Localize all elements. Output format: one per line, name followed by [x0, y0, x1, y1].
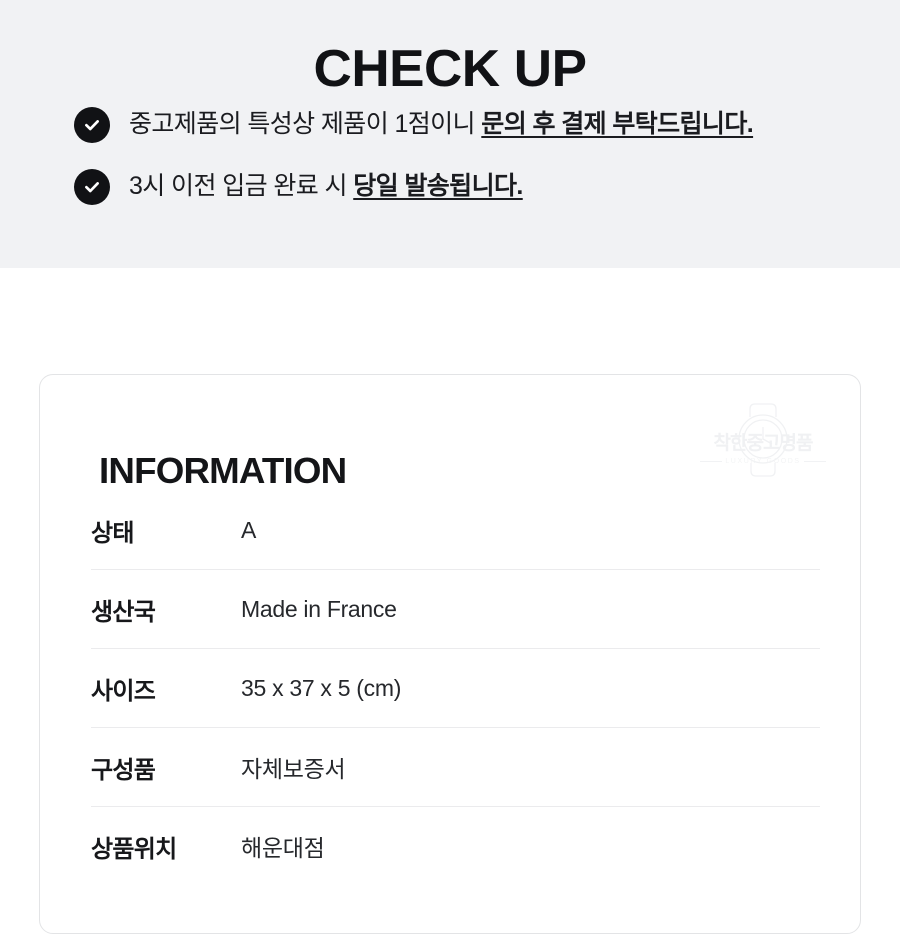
checkup-item-text: 3시 이전 입금 완료 시 당일 발송됩니다.	[129, 166, 523, 206]
list-item: 중고제품의 특성상 제품이 1점이니 문의 후 결제 부탁드립니다.	[74, 104, 874, 150]
table-row: 상태 A	[91, 491, 820, 569]
checkup-item-text-plain: 3시 이전 입금 완료 시	[129, 172, 354, 200]
table-row: 구성품 자체보증서	[91, 727, 820, 806]
brand-watermark: 착한중고명품 LUXURY GOODS	[698, 399, 828, 481]
checkup-section: CHECK UP 중고제품의 특성상 제품이 1점이니 문의 후 결제 부탁드립…	[0, 0, 900, 268]
row-label: 상태	[91, 519, 134, 547]
table-row: 생산국 Made in France	[91, 569, 820, 648]
row-label: 상품위치	[91, 835, 177, 863]
row-label: 구성품	[91, 756, 156, 784]
row-value: 해운대점	[241, 835, 325, 861]
check-circle-icon	[74, 107, 110, 143]
row-label: 생산국	[91, 598, 156, 626]
checkup-item-text: 중고제품의 특성상 제품이 1점이니 문의 후 결제 부탁드립니다.	[129, 104, 754, 144]
information-heading: INFORMATION	[99, 449, 347, 491]
checkup-item-text-plain: 중고제품의 특성상 제품이 1점이니	[129, 110, 482, 138]
table-row: 상품위치 해운대점	[91, 806, 820, 885]
row-label: 사이즈	[91, 677, 156, 705]
table-row: 사이즈 35 x 37 x 5 (cm)	[91, 648, 820, 727]
watermark-brand-name: 착한중고명품	[713, 433, 814, 454]
checkup-item-text-emphasis: 당일 발송됩니다.	[353, 172, 523, 200]
checkup-item-text-emphasis: 문의 후 결제 부탁드립니다.	[481, 110, 754, 138]
row-value: 자체보증서	[241, 756, 346, 782]
row-value: A	[241, 516, 257, 543]
row-value: 35 x 37 x 5 (cm)	[241, 674, 402, 701]
page-title: CHECK UP	[313, 39, 587, 98]
row-value: Made in France	[241, 595, 397, 622]
checkup-list: 중고제품의 특성상 제품이 1점이니 문의 후 결제 부탁드립니다. 3시 이전…	[74, 104, 874, 228]
check-circle-icon	[74, 169, 110, 205]
information-card: INFORMATION 착한중고명품 LUXURY GOODS 상태 A 생산국…	[39, 374, 861, 934]
watermark-subtitle: LUXURY GOODS	[725, 458, 801, 465]
list-item: 3시 이전 입금 완료 시 당일 발송됩니다.	[74, 166, 874, 212]
information-table: 상태 A 생산국 Made in France 사이즈 35 x 37 x 5 …	[91, 491, 820, 885]
